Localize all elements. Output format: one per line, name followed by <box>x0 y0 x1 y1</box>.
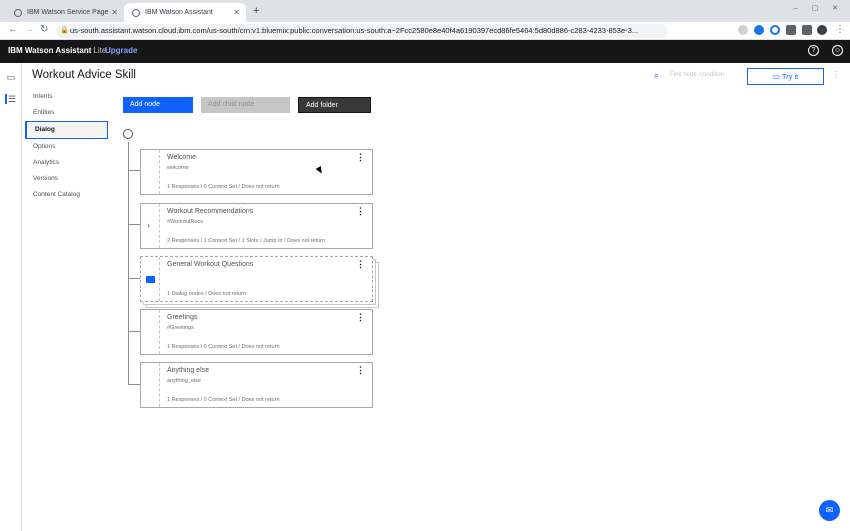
node-meta: 1 Responses / 0 Context Set / Does not r… <box>167 397 280 403</box>
folder-icon[interactable] <box>146 276 155 283</box>
sidebar-item-options[interactable]: Options <box>25 139 108 155</box>
brand-name[interactable]: IBM Watson Assistant Lite <box>8 46 106 55</box>
skill-sidebar: Intents Entities Dialog Options Analytic… <box>25 89 108 203</box>
reload-icon[interactable]: ↻ <box>40 24 48 35</box>
dialog-root-icon <box>123 129 133 139</box>
chat-support-icon[interactable]: ✉ <box>819 500 840 521</box>
user-icon[interactable]: ☺ <box>832 45 843 56</box>
extension-icon[interactable] <box>738 25 748 35</box>
dialog-node-welcome[interactable]: Welcome welcome 1 Responses / 0 Context … <box>140 149 373 195</box>
tree-trunk-line <box>128 142 129 384</box>
node-title: General Workout Questions <box>167 261 254 268</box>
extension-icon[interactable] <box>770 25 780 35</box>
search-input[interactable]: Find node, condition <box>670 72 724 78</box>
sidebar-item-intents[interactable]: Intents <box>25 89 108 105</box>
sidebar-item-dialog[interactable]: Dialog <box>25 121 108 139</box>
left-rail: ▭ ☰ <box>0 63 22 531</box>
node-title: Greetings <box>167 314 198 321</box>
node-condition: anything_else <box>167 378 201 384</box>
node-title: Workout Recommendations <box>167 208 254 215</box>
address-bar-row: ← → ↻ 🔒 us-south.assistant.watson.cloud.… <box>0 22 850 40</box>
help-icon[interactable]: ? <box>808 45 819 56</box>
node-menu-icon[interactable]: ⋮ <box>356 206 365 217</box>
dialog-node-greetings[interactable]: Greetings #Greetings 1 Responses / 0 Con… <box>140 309 373 355</box>
sidebar-item-content-catalog[interactable]: Content Catalog <box>25 187 108 203</box>
search-icon[interactable]: ⌕ <box>654 70 659 81</box>
node-condition: welcome <box>167 165 189 171</box>
chat-bubble-icon: ▭ <box>772 72 780 81</box>
node-divider <box>159 257 160 301</box>
sidebar-item-entities[interactable]: Entities <box>25 105 108 121</box>
dialog-node-workout-recommendations[interactable]: › Workout Recommendations #WorkoutRecs 2… <box>140 203 373 249</box>
upgrade-link[interactable]: Upgrade <box>105 46 137 55</box>
dialog-folder-general-workout-questions[interactable]: General Workout Questions 1 Dialog nodes… <box>140 256 373 302</box>
overflow-menu-icon[interactable]: ⋮ <box>832 70 840 79</box>
node-title: Anything else <box>167 367 210 374</box>
forward-icon[interactable]: → <box>24 24 34 35</box>
browser-tab-bar: IBM Watson Service Page ✕ IBM Watson Ass… <box>0 0 850 22</box>
node-menu-icon[interactable]: ⋮ <box>356 365 365 376</box>
url-field[interactable]: 🔒 us-south.assistant.watson.cloud.ibm.co… <box>56 24 668 38</box>
node-divider <box>159 310 160 354</box>
add-node-button[interactable]: Add node <box>123 97 193 113</box>
node-title: Welcome <box>167 154 197 161</box>
add-folder-button[interactable]: Add folder <box>298 97 371 113</box>
node-meta: 1 Dialog nodes / Does not return <box>167 291 247 297</box>
page-header: Workout Advice Skill ⌕ Find node, condit… <box>22 63 850 89</box>
try-it-button[interactable]: ▭ Try it <box>747 68 824 85</box>
node-condition: #Greetings <box>167 325 194 331</box>
browser-tab-service-page[interactable]: IBM Watson Service Page ✕ <box>6 3 124 22</box>
chat-icon[interactable]: ▭ <box>5 72 17 82</box>
lock-icon: 🔒 <box>60 27 69 34</box>
tab-title: IBM Watson Service Page <box>27 9 109 16</box>
globe-icon <box>14 8 22 17</box>
node-condition: #WorkoutRecs <box>167 219 203 225</box>
profile-avatar-icon[interactable] <box>817 25 827 35</box>
node-divider <box>159 204 160 248</box>
browser-tab-watson-assistant[interactable]: IBM Watson Assistant ✕ <box>124 3 246 22</box>
node-menu-icon[interactable]: ⋮ <box>356 259 365 270</box>
skills-icon[interactable]: ☰ <box>5 94 17 104</box>
add-child-node-button[interactable]: Add child node <box>201 97 290 113</box>
node-menu-icon[interactable]: ⋮ <box>356 312 365 323</box>
node-meta: 1 Responses / 0 Context Set / Does not r… <box>167 344 280 350</box>
back-icon[interactable]: ← <box>8 24 18 35</box>
chevron-right-icon[interactable]: › <box>147 220 150 230</box>
url-text: us-south.assistant.watson.cloud.ibm.com/… <box>70 26 639 35</box>
page-title: Workout Advice Skill <box>32 69 136 81</box>
app-header: IBM Watson Assistant Lite Upgrade ? ☺ <box>0 40 850 63</box>
sidebar-item-versions[interactable]: Versions <box>25 171 108 187</box>
cast-icon[interactable] <box>802 25 812 35</box>
node-menu-icon[interactable]: ⋮ <box>356 152 365 163</box>
sidebar-item-analytics[interactable]: Analytics <box>25 155 108 171</box>
node-divider <box>159 150 160 194</box>
new-tab-icon[interactable]: + <box>253 5 259 17</box>
node-meta: 1 Responses / 0 Context Set / Does not r… <box>167 184 280 190</box>
close-tab-icon[interactable]: ✕ <box>111 8 118 17</box>
dialog-node-anything-else[interactable]: Anything else anything_else 1 Responses … <box>140 362 373 408</box>
puzzle-icon[interactable] <box>786 25 796 35</box>
browser-menu-icon[interactable]: ⋮ <box>835 24 845 35</box>
watson-favicon-icon <box>132 8 140 17</box>
extension-icon[interactable] <box>754 25 764 35</box>
tab-title: IBM Watson Assistant <box>145 9 213 16</box>
window-controls[interactable]: – ▢ ✕ <box>794 4 844 12</box>
close-tab-icon[interactable]: ✕ <box>233 8 240 17</box>
node-divider <box>159 363 160 407</box>
node-meta: 2 Responses / 1 Context Set / 1 Slots / … <box>167 238 326 244</box>
